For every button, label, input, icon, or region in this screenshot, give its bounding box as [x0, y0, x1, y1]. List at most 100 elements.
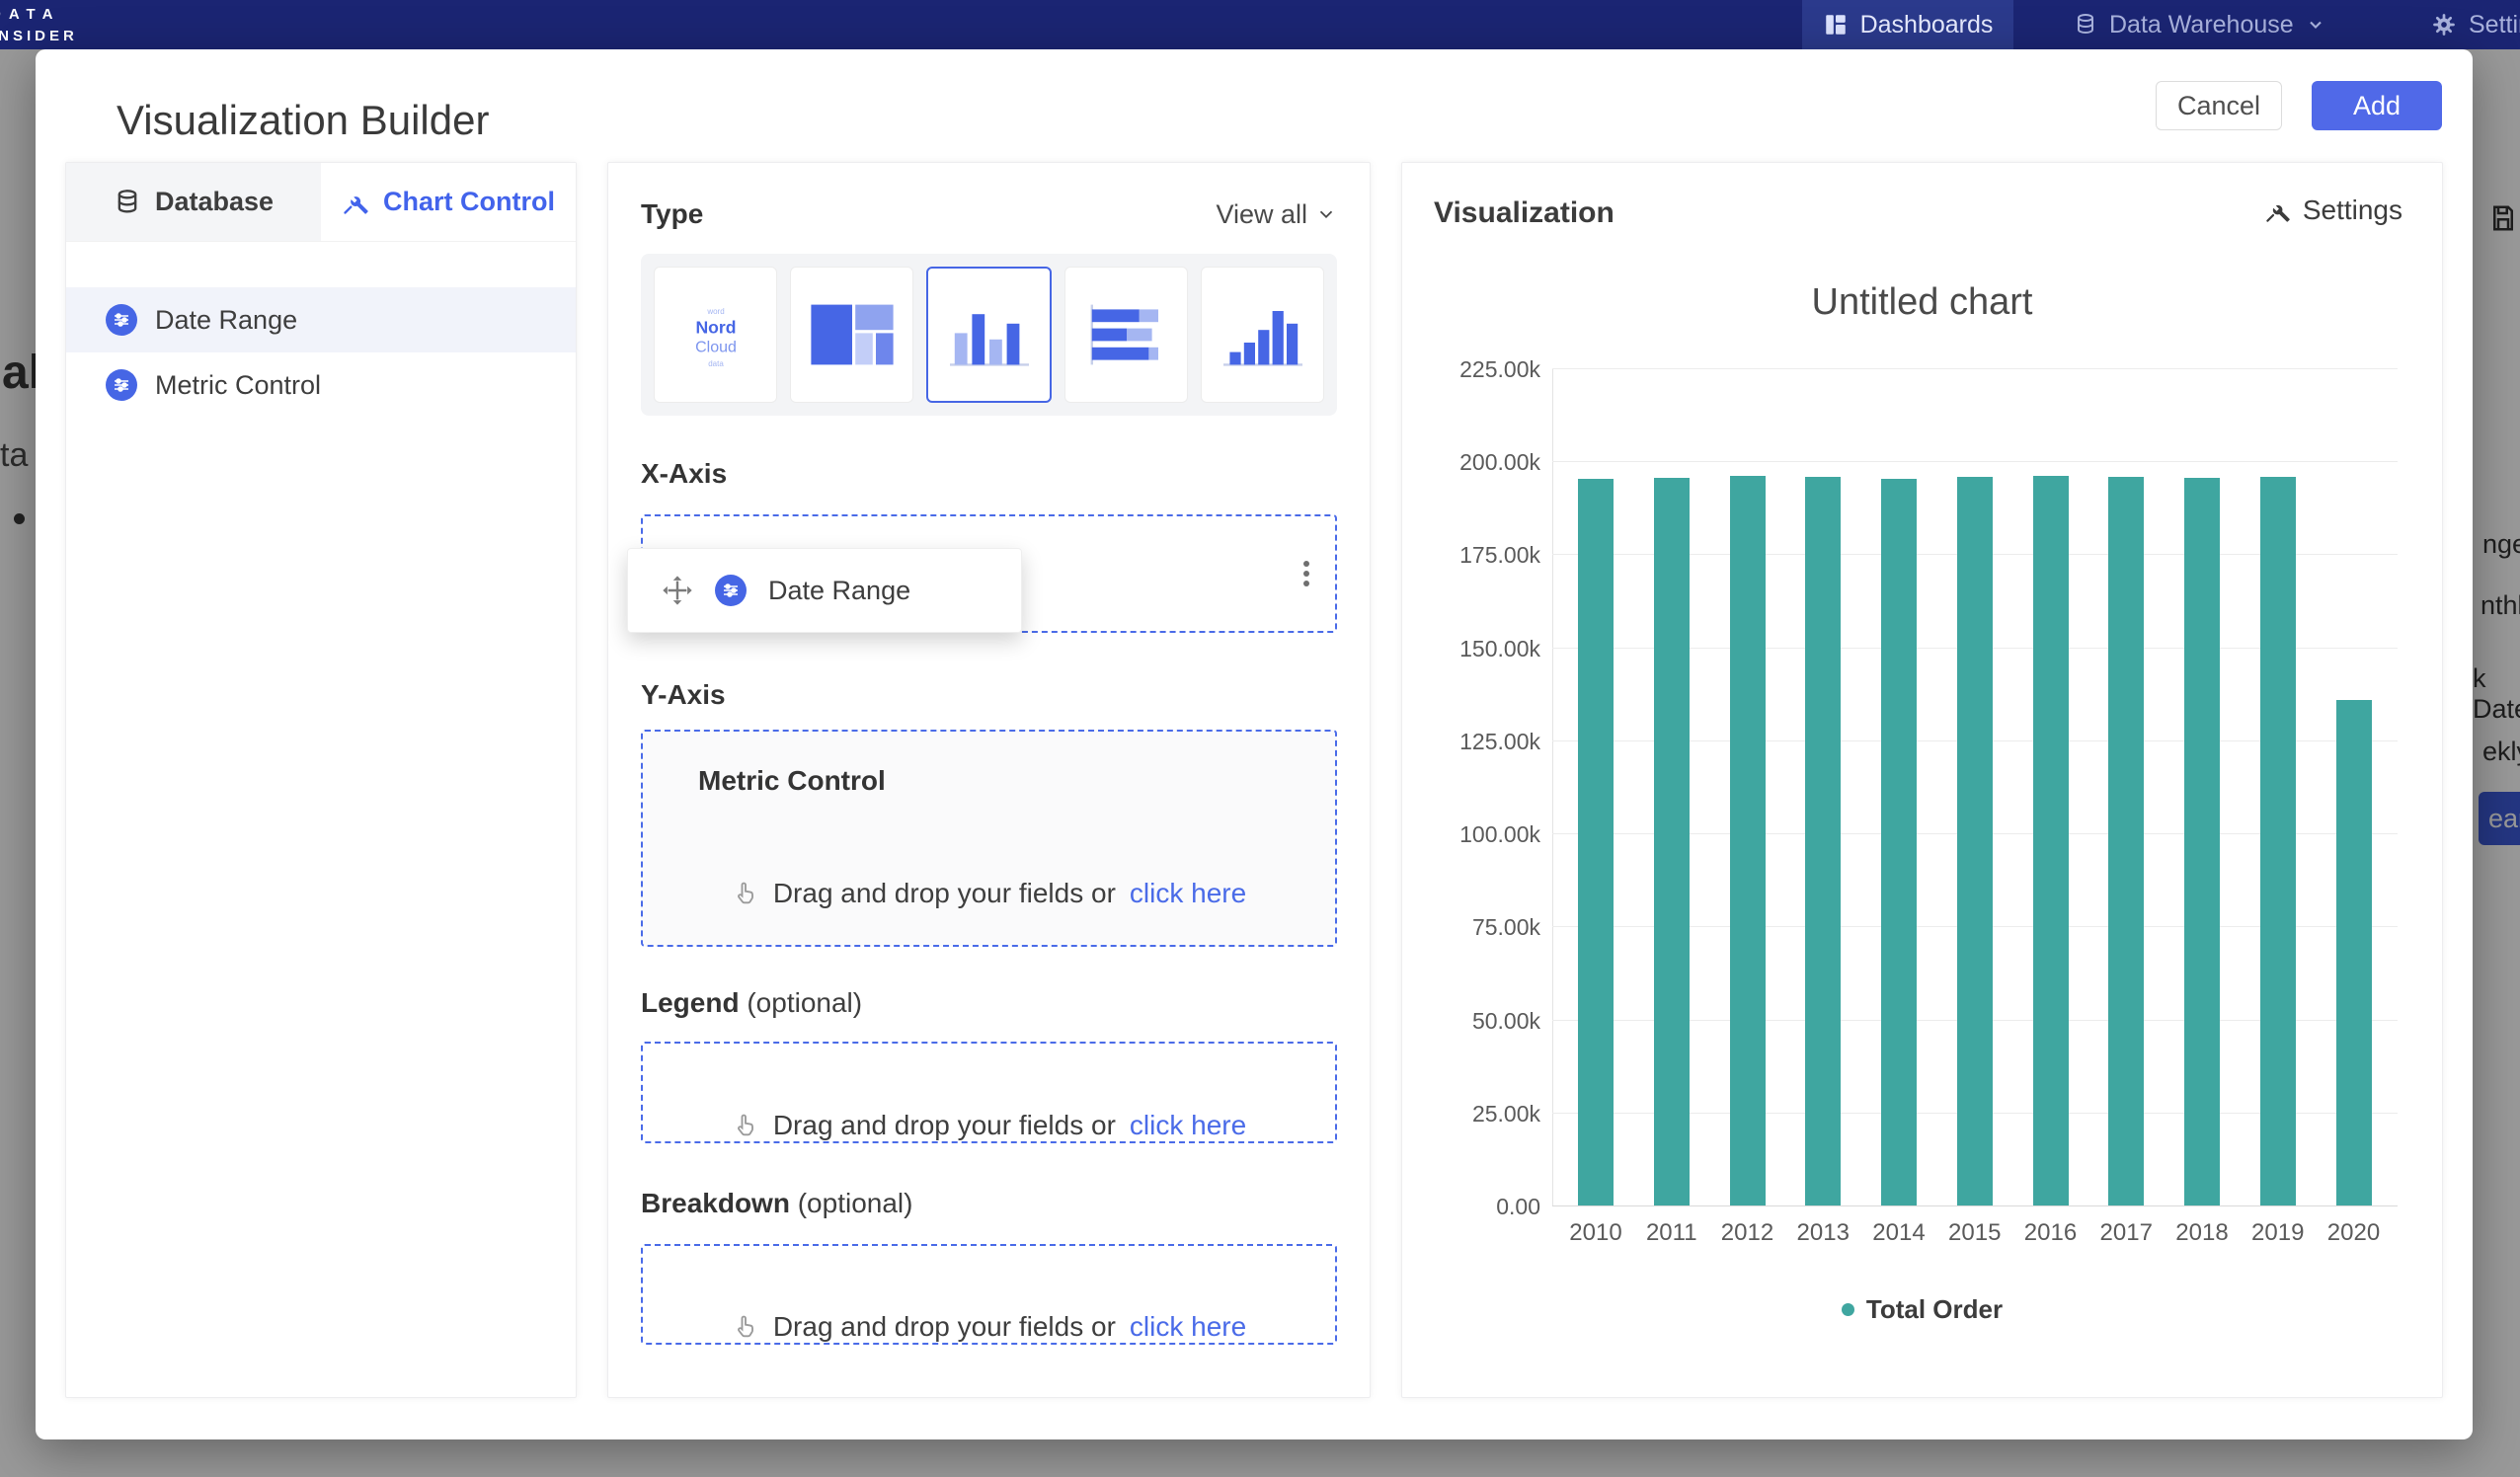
- view-all-label: View all: [1216, 199, 1307, 230]
- legend-dropzone[interactable]: Drag and drop your fields or click here: [641, 1042, 1337, 1143]
- y-tick-label: 75.00k: [1412, 914, 1540, 941]
- word-cloud-word: Cloud: [695, 340, 737, 356]
- warehouse-icon: [2074, 13, 2097, 37]
- logo-line2: INSIDER: [0, 26, 78, 47]
- svg-text:data: data: [708, 359, 724, 368]
- tab-database-label: Database: [155, 187, 274, 217]
- bar-2013[interactable]: [1805, 477, 1841, 1205]
- chart-type-bar-chart[interactable]: [926, 267, 1052, 403]
- y-tick-label: 125.00k: [1412, 729, 1540, 755]
- chart-type-column-chart[interactable]: [1201, 267, 1324, 403]
- fields-panel: Database Chart Control Date Range Met: [65, 162, 577, 1398]
- bar-2014[interactable]: [1881, 479, 1917, 1205]
- gridline: [1552, 368, 2398, 369]
- click-here-link[interactable]: click here: [1130, 1110, 1246, 1141]
- y-tick-label: 175.00k: [1412, 542, 1540, 569]
- database-icon: [114, 189, 141, 216]
- tools-icon: [342, 189, 369, 216]
- visualization-builder-modal: Visualization Builder Cancel Add Databas…: [36, 49, 2473, 1439]
- x-tick-label: 2017: [2088, 1219, 2164, 1247]
- gear-icon: [2431, 12, 2457, 38]
- dashboards-icon: [1823, 12, 1849, 38]
- add-button[interactable]: Add: [2312, 81, 2442, 130]
- field-item-metric-control[interactable]: Metric Control: [66, 352, 576, 418]
- bar-2018[interactable]: [2184, 478, 2220, 1205]
- click-here-link[interactable]: click here: [1130, 1311, 1246, 1343]
- gridline: [1552, 1205, 2398, 1206]
- nav-settings[interactable]: Settings: [2431, 0, 2520, 49]
- nav-dashboards-label: Dashboards: [1860, 11, 1994, 39]
- legend-section-label: Legend (optional): [641, 988, 1337, 1018]
- modal-title: Visualization Builder: [117, 97, 489, 144]
- nav-data-warehouse[interactable]: Data Warehouse: [2074, 0, 2325, 49]
- field-item-date-range[interactable]: Date Range: [66, 287, 576, 352]
- y-tick-label: 225.00k: [1412, 356, 1540, 383]
- gridline: [1552, 461, 2398, 462]
- x-tick-label: 2011: [1634, 1219, 1709, 1247]
- x-tick-label: 2015: [1937, 1219, 2012, 1247]
- bar-2012[interactable]: [1730, 476, 1766, 1205]
- tab-database[interactable]: Database: [66, 163, 321, 241]
- y-tick-label: 25.00k: [1412, 1101, 1540, 1127]
- nav-data-warehouse-label: Data Warehouse: [2109, 11, 2294, 39]
- chart-type-list: word Nord Cloud data: [641, 254, 1337, 416]
- y-tick-label: 200.00k: [1412, 449, 1540, 476]
- control-field-list: Date Range Metric Control: [66, 287, 576, 418]
- chart-type-treemap[interactable]: [790, 267, 913, 403]
- chart-type-word-cloud[interactable]: word Nord Cloud data: [654, 267, 777, 403]
- bar-2011[interactable]: [1654, 478, 1690, 1205]
- logo-line1: DATA: [0, 4, 78, 26]
- legend-series-name: Total Order: [1866, 1294, 2003, 1325]
- visualization-panel-title: Visualization: [1434, 196, 1614, 230]
- x-tick-label: 2013: [1785, 1219, 1860, 1247]
- y-axis-dropzone[interactable]: Metric Control Drag and drop your fields…: [641, 730, 1337, 947]
- y-axis-control-name: Metric Control: [698, 765, 1335, 797]
- y-axis-line: [1552, 368, 1553, 1205]
- y-tick-label: 50.00k: [1412, 1008, 1540, 1035]
- move-icon: [662, 575, 693, 606]
- bar-2015[interactable]: [1957, 477, 1993, 1205]
- breakdown-section-label: Breakdown (optional): [641, 1189, 1337, 1218]
- x-tick-label: 2016: [2013, 1219, 2088, 1247]
- chart-settings-button[interactable]: Settings: [2264, 194, 2402, 226]
- chart-type-horizontal-bars[interactable]: [1064, 267, 1188, 403]
- x-tick-label: 2018: [2165, 1219, 2240, 1247]
- x-tick-label: 2020: [2317, 1219, 2392, 1247]
- click-here-link[interactable]: click here: [1130, 878, 1246, 909]
- cancel-button[interactable]: Cancel: [2156, 81, 2282, 130]
- sliders-icon: [106, 369, 137, 401]
- bar-2010[interactable]: [1578, 479, 1614, 1205]
- chart-title: Untitled chart: [1402, 281, 2442, 324]
- drop-hint-text: Drag and drop your fields or: [773, 1311, 1116, 1343]
- nav-dashboards[interactable]: Dashboards: [1802, 0, 2013, 49]
- legend-marker: [1842, 1303, 1854, 1316]
- bar-2017[interactable]: [2108, 477, 2144, 1205]
- chart-settings-label: Settings: [2303, 194, 2402, 226]
- y-tick-label: 0.00: [1412, 1194, 1540, 1220]
- field-item-label: Date Range: [155, 305, 297, 336]
- x-tick-label: 2019: [2241, 1219, 2316, 1247]
- x-tick-label: 2012: [1710, 1219, 1785, 1247]
- app-logo: DATA INSIDER: [0, 4, 78, 47]
- y-tick-label: 150.00k: [1412, 636, 1540, 662]
- drag-hand-icon: [732, 880, 759, 907]
- chart-legend[interactable]: Total Order: [1402, 1294, 2442, 1325]
- view-all-button[interactable]: View all: [1216, 199, 1337, 230]
- nav-settings-label: Settings: [2469, 11, 2520, 39]
- drag-hand-icon: [732, 1112, 759, 1139]
- tab-chart-control[interactable]: Chart Control: [321, 163, 576, 241]
- fields-panel-tabs: Database Chart Control: [66, 163, 576, 242]
- bar-2019[interactable]: [2260, 477, 2296, 1205]
- svg-text:word: word: [706, 307, 724, 316]
- tab-chart-control-label: Chart Control: [383, 187, 555, 217]
- chevron-down-icon: [1315, 203, 1337, 225]
- bar-2020[interactable]: [2336, 700, 2372, 1205]
- dragged-field-card[interactable]: Date Range: [627, 548, 1022, 633]
- kebab-menu-icon[interactable]: [1303, 557, 1309, 590]
- breakdown-dropzone[interactable]: Drag and drop your fields or click here: [641, 1244, 1337, 1345]
- chart-plot: 2010201120122013201420152016201720182019…: [1552, 368, 2398, 1205]
- sliders-icon: [106, 304, 137, 336]
- y-axis-section-label: Y-Axis: [641, 680, 1337, 710]
- x-tick-label: 2010: [1558, 1219, 1633, 1247]
- bar-2016[interactable]: [2033, 476, 2069, 1205]
